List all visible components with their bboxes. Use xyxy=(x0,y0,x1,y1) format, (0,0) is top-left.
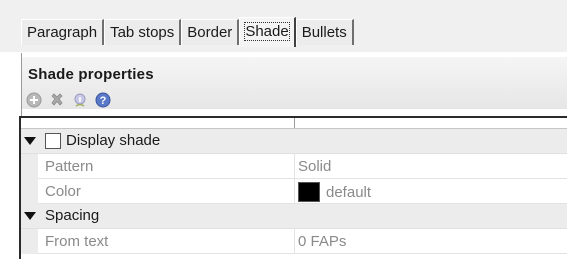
category-label: Display shade xyxy=(66,132,161,149)
color-swatch[interactable] xyxy=(298,182,320,202)
property-row-color[interactable]: Color default xyxy=(21,179,567,204)
tab-strip: Paragraph Tab stops Border Shade Bullets xyxy=(0,0,567,52)
row-gutter xyxy=(21,154,38,179)
grid-header-splitter[interactable] xyxy=(294,118,295,128)
panel-title: Shade properties xyxy=(28,66,154,83)
tab-border[interactable]: Border xyxy=(181,19,240,45)
tab-bullets[interactable]: Bullets xyxy=(295,19,354,45)
tab-tab-stops[interactable]: Tab stops xyxy=(104,19,182,45)
delete-icon[interactable] xyxy=(49,92,65,108)
property-name: From text xyxy=(45,233,109,250)
add-icon[interactable] xyxy=(26,92,42,108)
column-divider xyxy=(294,229,295,254)
color-value: default xyxy=(326,184,372,201)
property-value[interactable]: Solid xyxy=(298,158,331,175)
property-value[interactable]: 0 FAPs xyxy=(298,233,346,250)
shade-panel: Shade properties ? Display shade Pattern… xyxy=(19,53,567,259)
pattern-value: Solid xyxy=(298,158,332,175)
column-divider xyxy=(294,179,295,204)
tab-shade-label: Shade xyxy=(244,22,290,41)
property-name: Color xyxy=(45,183,81,200)
tabs: Paragraph Tab stops Border Shade Bullets xyxy=(21,15,354,47)
tab-shade[interactable]: Shade xyxy=(239,17,296,47)
property-grid: Display shade Pattern Solid Color defaul… xyxy=(19,116,567,259)
property-name: Pattern xyxy=(45,158,94,175)
from-text-value: 0 FAPs xyxy=(298,233,347,250)
collapse-arrow-icon[interactable] xyxy=(24,137,36,145)
collapse-arrow-icon[interactable] xyxy=(24,212,36,220)
shade-dialog: Paragraph Tab stops Border Shade Bullets… xyxy=(0,0,567,259)
tab-paragraph-label: Paragraph xyxy=(27,24,98,41)
display-shade-checkbox[interactable] xyxy=(45,133,61,149)
panel-header: Shade properties ? xyxy=(22,57,567,109)
tab-bullets-label: Bullets xyxy=(301,24,347,41)
column-divider xyxy=(294,154,295,179)
svg-text:?: ? xyxy=(100,95,107,107)
help-icon[interactable]: ? xyxy=(95,92,111,108)
tab-border-label: Border xyxy=(187,24,233,41)
category-display-shade[interactable]: Display shade xyxy=(21,129,567,154)
tab-paragraph[interactable]: Paragraph xyxy=(21,19,105,45)
panel-toolbar: ? xyxy=(26,92,111,108)
row-gutter xyxy=(21,229,38,254)
property-value[interactable]: default xyxy=(298,182,372,202)
category-label: Spacing xyxy=(45,207,100,224)
category-spacing[interactable]: Spacing xyxy=(21,204,567,229)
tab-tab-stops-label: Tab stops xyxy=(110,24,175,41)
property-row-pattern[interactable]: Pattern Solid xyxy=(21,154,567,179)
info-icon[interactable] xyxy=(72,92,88,108)
row-gutter xyxy=(21,179,38,204)
property-row-from-text[interactable]: From text 0 FAPs xyxy=(21,229,567,254)
grid-header xyxy=(21,118,567,129)
